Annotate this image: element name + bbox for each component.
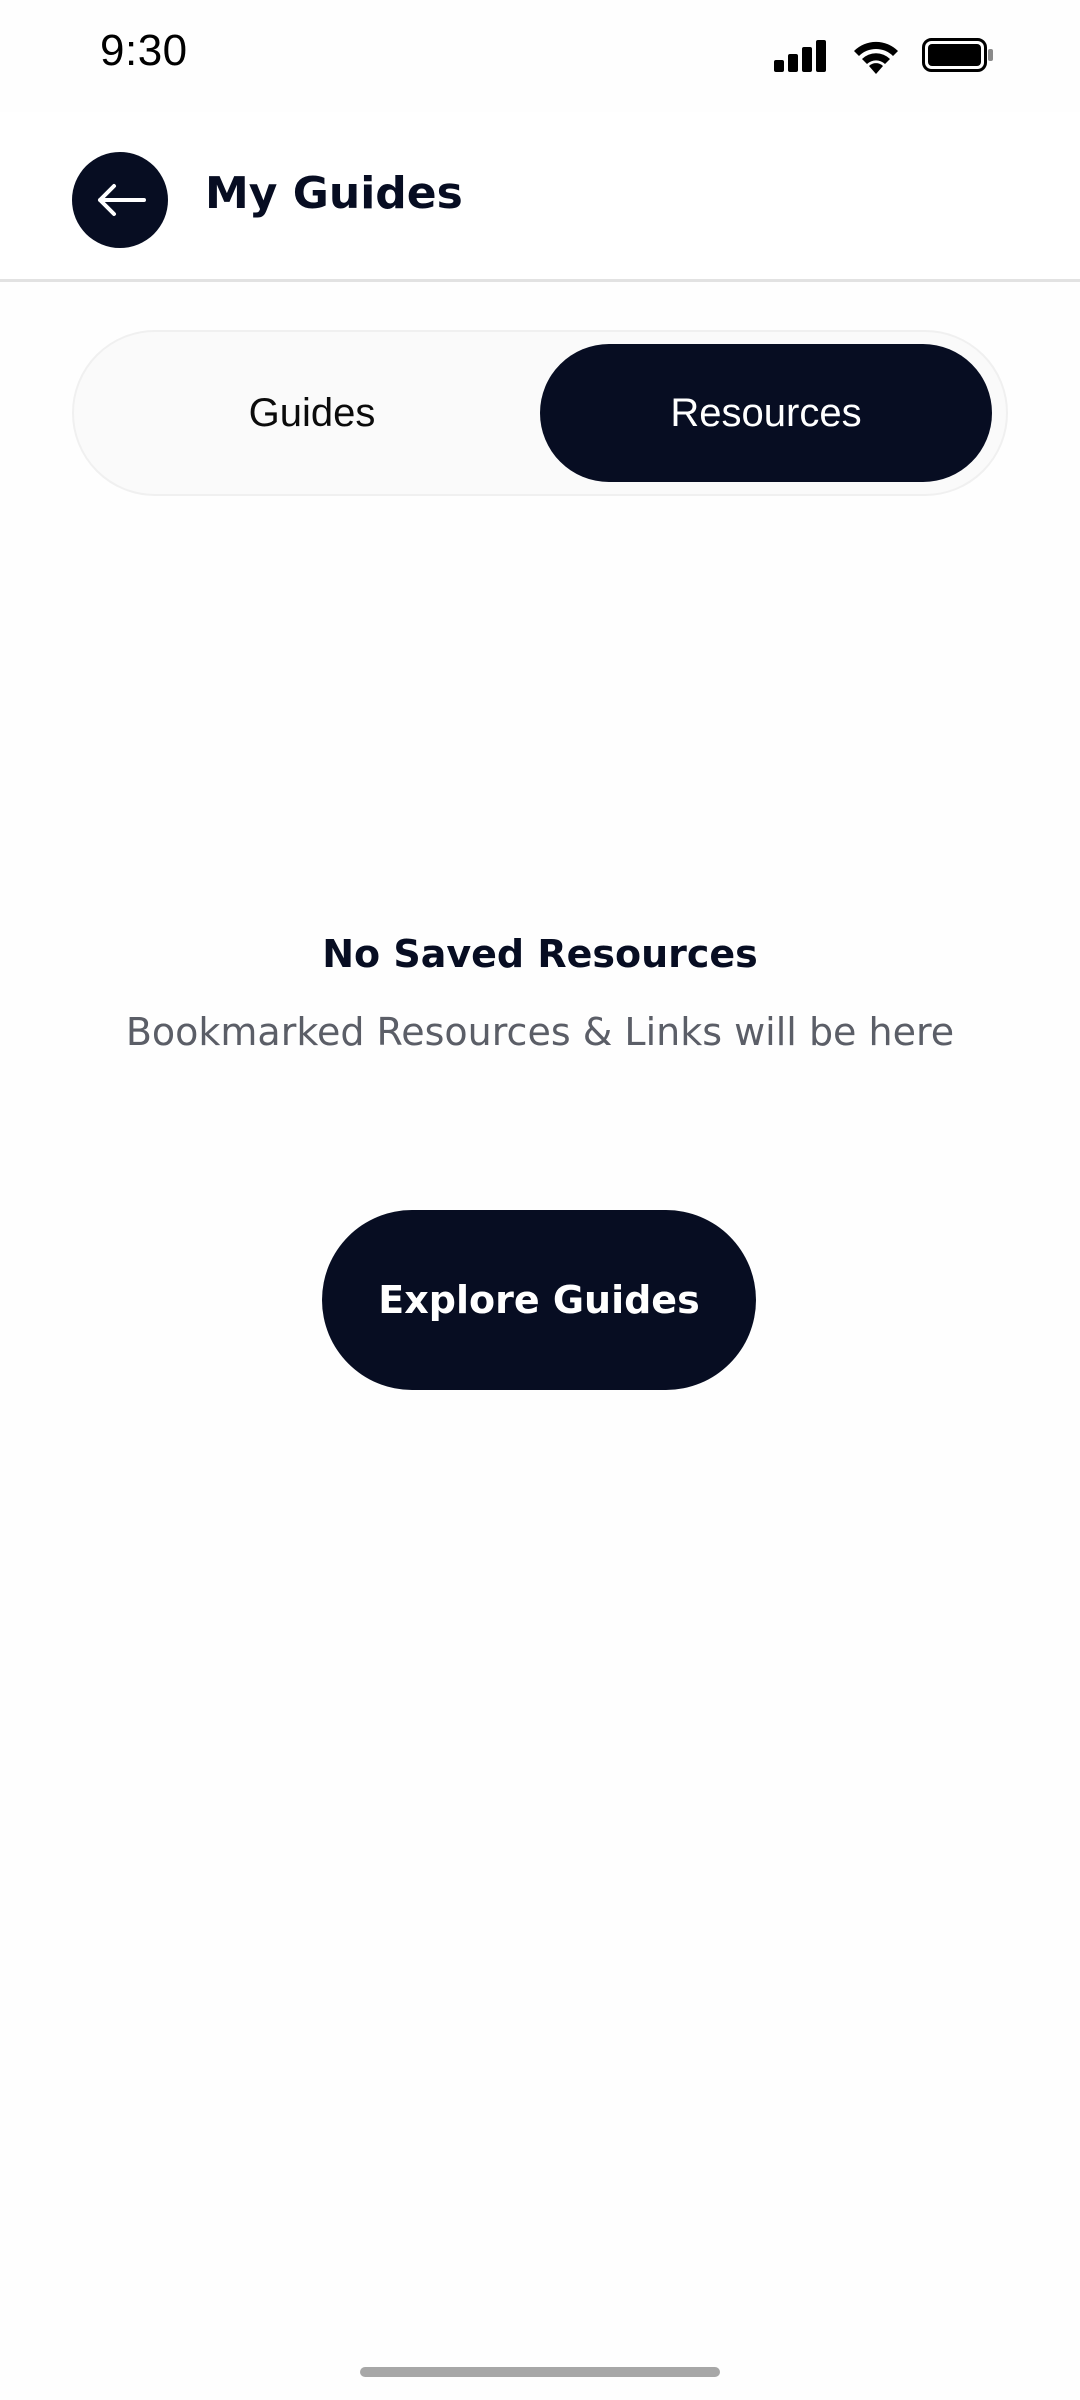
segmented-control: Guides Resources [72, 330, 1008, 496]
tab-resources[interactable]: Resources [540, 344, 992, 482]
back-button[interactable] [72, 152, 168, 248]
status-icons [774, 36, 1024, 76]
empty-state-subtitle: Bookmarked Resources & Links will be her… [125, 1010, 955, 1054]
header: My Guides [0, 112, 1080, 282]
arrow-left-icon [98, 184, 146, 216]
page-title: My Guides [205, 168, 463, 219]
status-bar: 9:30 [0, 0, 1080, 112]
wifi-icon [854, 41, 898, 74]
empty-state-title: No Saved Resources [322, 932, 758, 976]
home-indicator[interactable] [360, 2367, 720, 2377]
tab-guides[interactable]: Guides [86, 344, 538, 482]
battery-icon [922, 38, 993, 72]
status-time: 9:30 [100, 26, 188, 75]
explore-guides-button[interactable]: Explore Guides [322, 1210, 756, 1390]
cellular-signal-icon [774, 40, 830, 72]
